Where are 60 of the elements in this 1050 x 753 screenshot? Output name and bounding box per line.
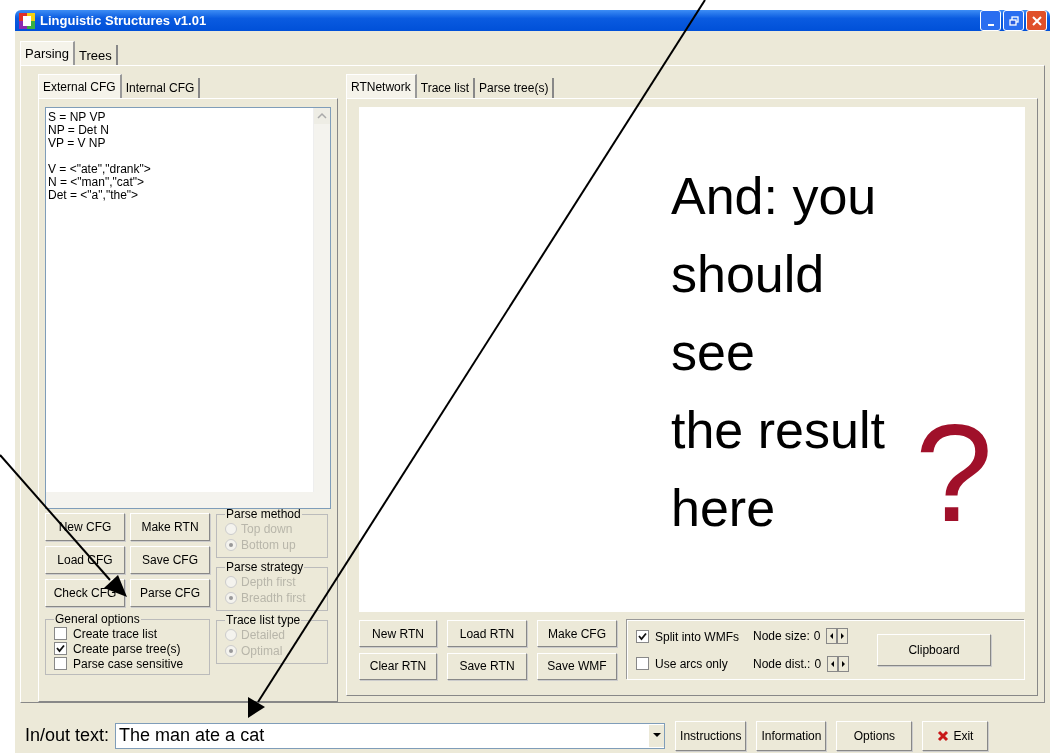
tab[interactable]: RTNetwork xyxy=(346,74,417,98)
minimize-button[interactable] xyxy=(980,10,1001,31)
annotation-text: here xyxy=(671,478,777,539)
grammar-button[interactable]: Make RTN xyxy=(130,513,210,541)
close-button[interactable] xyxy=(1026,10,1047,31)
checkbox[interactable] xyxy=(636,630,649,643)
app-icon xyxy=(19,12,35,29)
spinner-value: 0 xyxy=(813,629,821,643)
grammar-button[interactable]: Save CFG xyxy=(130,546,210,574)
checkbox-label: Create parse tree(s) xyxy=(73,641,181,656)
group-title: General options xyxy=(54,612,141,626)
clipboard-button[interactable]: Clipboard xyxy=(877,634,992,666)
minimize-icon xyxy=(987,23,994,26)
horizontal-scrollbar[interactable] xyxy=(46,492,330,508)
footer-button[interactable]: Information xyxy=(756,720,827,751)
io-combobox[interactable]: The man ate a cat xyxy=(115,722,666,749)
io-label: In/out text: xyxy=(25,725,110,746)
question-mark: ? xyxy=(915,403,993,543)
checkbox-label: Parse case sensitive xyxy=(73,656,184,671)
checkbox[interactable] xyxy=(636,657,649,670)
restore-icon xyxy=(1008,15,1019,26)
grammar-button[interactable]: Parse CFG xyxy=(130,579,210,607)
spinner-label: Node size: xyxy=(753,629,810,643)
grammar-editor[interactable]: S = NP VP NP = Det N VP = V NP V = <"ate","drank"> N = <"man","cat"> Det = <"a","the"> xyxy=(45,107,331,509)
scroll-up-icon[interactable] xyxy=(314,108,330,124)
group-title: Trace list type xyxy=(225,613,302,627)
close-icon xyxy=(937,729,950,742)
tab[interactable]: Parsing xyxy=(20,41,76,65)
annotation-text: see xyxy=(671,322,756,383)
annotation-text: the result xyxy=(671,400,885,461)
spinner-label: Node dist.: xyxy=(753,657,811,671)
rtn-button[interactable]: Clear RTN xyxy=(359,652,437,680)
rtn-button[interactable]: New RTN xyxy=(359,620,437,647)
annotation-text: And: you xyxy=(671,166,878,227)
close-icon xyxy=(1031,15,1042,26)
footer-button[interactable]: Instructions xyxy=(675,720,747,751)
rtn-button[interactable]: Save WMF xyxy=(537,652,617,680)
checkbox[interactable] xyxy=(54,642,67,655)
spinner-value: 0 xyxy=(814,657,822,671)
checkbox-label: Split into WMFs xyxy=(655,629,739,644)
rtn-button[interactable]: Make CFG xyxy=(537,620,617,647)
checkbox-label: Use arcs only xyxy=(655,656,728,671)
rtn-button[interactable]: Load RTN xyxy=(447,620,527,647)
restore-button[interactable] xyxy=(1003,10,1024,31)
checkbox-label: Create trace list xyxy=(73,626,158,641)
tab[interactable]: External CFG xyxy=(38,74,122,98)
rtn-button[interactable]: Save RTN xyxy=(447,652,527,680)
checkbox[interactable] xyxy=(54,657,67,670)
spinner-control[interactable] xyxy=(826,628,849,644)
vertical-scrollbar[interactable] xyxy=(313,108,330,492)
dropdown-arrow-icon[interactable] xyxy=(652,733,661,738)
checkbox[interactable] xyxy=(54,627,67,640)
footer-button[interactable]: Options xyxy=(836,720,913,751)
group-title: Parse strategy xyxy=(225,560,305,574)
grammar-text: S = NP VP NP = Det N VP = V NP V = <"ate","drank"> N = <"man","cat"> Det = <"a","the"> xyxy=(47,109,152,204)
annotation-text: should xyxy=(671,244,826,305)
window-title: Linguistic Structures v1.01 xyxy=(40,13,208,28)
spinner-control[interactable] xyxy=(827,656,850,672)
group-title: Parse method xyxy=(225,507,302,521)
footer-button[interactable]: Exit xyxy=(922,720,989,751)
